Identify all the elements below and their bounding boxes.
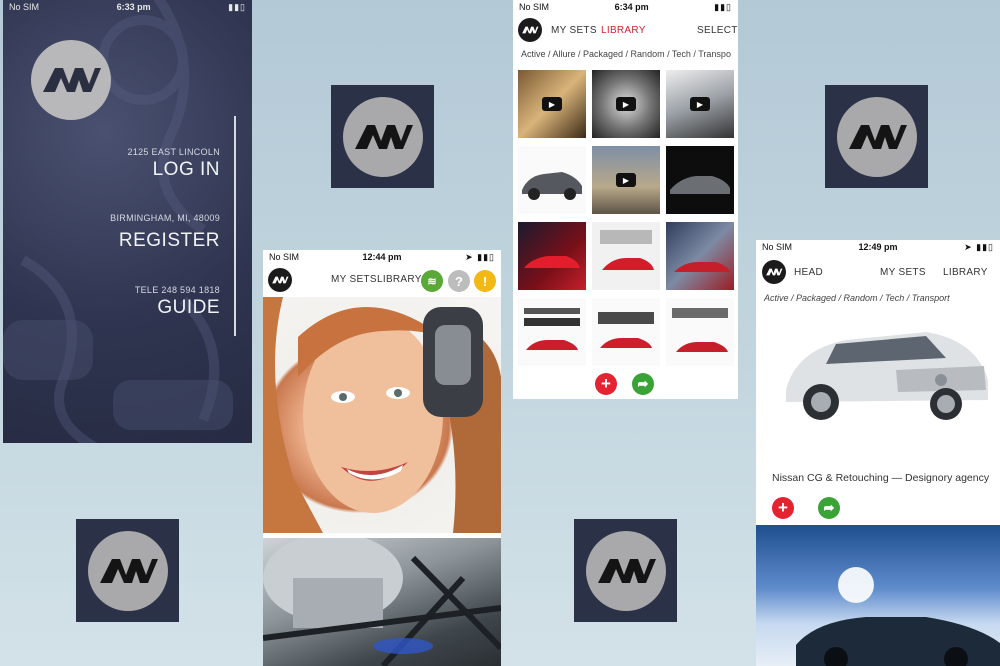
nav-bar: MY SETS LIBRARY ≋ ? ! [263, 264, 501, 296]
address-line-2: BIRMINGHAM, MI, 48009 [110, 213, 220, 223]
car-image [600, 230, 654, 270]
car-image [674, 262, 730, 272]
aw-logo-icon [848, 124, 907, 149]
select-button[interactable]: SELECT [697, 25, 738, 36]
thumbnail[interactable]: ▶ [592, 146, 660, 214]
my-sets-link[interactable]: MY SETS [880, 267, 926, 278]
thumbnail[interactable]: ▶ [666, 70, 734, 138]
library-screen: No SIM 6:34 pm ▮▮▯ MY SETS LIBRARY SELEC… [513, 0, 738, 399]
battery-icon: ➤ ▮▮▯ [465, 251, 495, 262]
play-icon: ▶ [542, 97, 562, 111]
library-link[interactable]: LIBRARY [943, 267, 988, 278]
play-icon: ▶ [616, 97, 636, 111]
thumbnail[interactable] [518, 146, 586, 214]
share-button[interactable]: ➦ [632, 373, 654, 395]
car-image [670, 176, 730, 194]
library-link[interactable]: LIBRARY [601, 25, 646, 36]
status-bar: No SIM 12:49 pm ➤ ▮▮▯ [756, 240, 1000, 254]
thumbnail[interactable] [666, 222, 734, 290]
cooktop-photo-art [263, 538, 501, 666]
carrier-label: No SIM [519, 2, 550, 12]
login-button[interactable]: LOG IN [153, 159, 220, 181]
thumbnail[interactable] [518, 222, 586, 290]
aw-logo-icon [99, 558, 158, 583]
aw-logo[interactable] [268, 268, 292, 292]
add-button[interactable]: + [595, 373, 617, 395]
aw-logo-tile [825, 85, 928, 188]
aw-logo[interactable] [762, 260, 786, 284]
share-button[interactable]: ➦ [818, 497, 840, 519]
carrier-label: No SIM [762, 242, 793, 252]
my-sets-link[interactable]: MY SETS [331, 274, 377, 285]
time-label: 12:44 pm [362, 252, 402, 262]
aw-logo-icon [522, 26, 539, 34]
thumbnail[interactable] [592, 222, 660, 290]
sky-car-art [796, 567, 1000, 666]
category-filters[interactable]: Active / Packaged / Random / Tech / Tran… [764, 293, 950, 303]
alert-icon[interactable]: ! [474, 270, 496, 292]
aw-logo-tile [76, 519, 179, 622]
nissan-car-art [786, 332, 988, 420]
car-image [522, 172, 582, 200]
aw-logo-tile [574, 519, 677, 622]
car-image [524, 256, 580, 268]
carrier-label: No SIM [269, 252, 300, 262]
wifi-icon[interactable]: ≋ [421, 270, 443, 292]
status-bar: No SIM 12:44 pm ➤ ▮▮▯ [263, 250, 501, 264]
detail-screen: No SIM 12:49 pm ➤ ▮▮▯ HEAD MY SETS LIBRA… [756, 240, 1000, 666]
head-link[interactable]: HEAD [794, 267, 823, 278]
print-ad-image [598, 312, 654, 348]
thumbnail[interactable]: ▶ [592, 70, 660, 138]
aw-logo-icon [766, 268, 783, 276]
woman-photo-art [263, 297, 501, 533]
battery-icon: ➤ ▮▮▯ [964, 241, 994, 252]
woman-photo[interactable] [263, 297, 501, 533]
address-line-1: 2125 EAST LINCOLN [127, 147, 220, 157]
thumbnail[interactable] [666, 298, 734, 366]
phone-number: TELE 248 594 1818 [134, 285, 220, 295]
nissan-car-image[interactable] [776, 320, 996, 430]
play-icon: ▶ [690, 97, 710, 111]
print-ad-image [524, 308, 580, 350]
time-label: 12:49 pm [858, 242, 898, 252]
play-icon: ▶ [616, 173, 636, 187]
register-button[interactable]: REGISTER [119, 230, 220, 252]
aw-logo [31, 40, 111, 120]
add-button[interactable]: + [772, 497, 794, 519]
aw-logo-icon [354, 124, 413, 149]
aw-logo-icon [597, 558, 656, 583]
category-filters[interactable]: Active / Allure / Packaged / Random / Te… [521, 49, 731, 59]
aw-logo-tile [331, 85, 434, 188]
my-sets-screen: No SIM 12:44 pm ➤ ▮▮▯ MY SETS LIBRARY ≋ … [263, 250, 501, 666]
thumbnail[interactable] [518, 298, 586, 366]
library-link[interactable]: LIBRARY [377, 274, 422, 285]
thumbnail[interactable] [666, 146, 734, 214]
my-sets-link[interactable]: MY SETS [551, 25, 597, 36]
sky-car-photo[interactable] [756, 525, 1000, 666]
help-icon[interactable]: ? [448, 270, 470, 292]
guide-button[interactable]: GUIDE [157, 297, 220, 319]
aw-logo[interactable] [518, 18, 542, 42]
aw-logo-icon [272, 276, 289, 284]
divider-line [234, 116, 236, 336]
login-screen: No SIM 6:33 pm ▮▮▯ 2125 EAST LINCOLN LOG… [3, 0, 252, 443]
battery-icon: ▮▮▯ [714, 1, 732, 12]
image-caption: Nissan CG & Retouching — Designory agenc… [772, 472, 990, 484]
thumbnail[interactable] [592, 298, 660, 366]
status-bar: No SIM 6:34 pm ▮▮▯ [513, 0, 738, 14]
print-ad-image [672, 308, 728, 352]
aw-logo-icon [43, 68, 101, 92]
cooktop-photo[interactable] [263, 538, 501, 666]
thumbnail[interactable]: ▶ [518, 70, 586, 138]
time-label: 6:34 pm [614, 2, 649, 12]
